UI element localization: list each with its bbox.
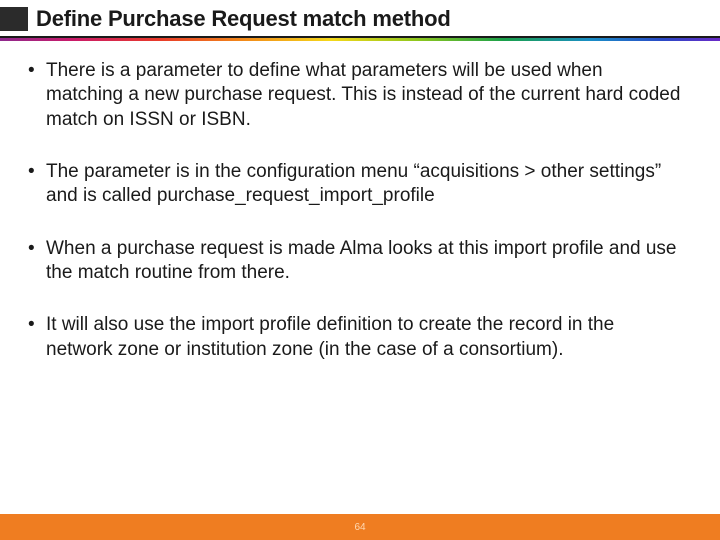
footer-bar: 64 bbox=[0, 514, 720, 540]
title-bar: Define Purchase Request match method bbox=[0, 0, 720, 32]
bullet-item: It will also use the import profile defi… bbox=[24, 313, 682, 362]
bullet-item: The parameter is in the configuration me… bbox=[24, 160, 682, 209]
bullet-list: There is a parameter to define what para… bbox=[24, 59, 682, 362]
bullet-item: There is a parameter to define what para… bbox=[24, 59, 682, 132]
slide: Define Purchase Request match method The… bbox=[0, 0, 720, 540]
title-decor-box bbox=[0, 7, 28, 31]
slide-title: Define Purchase Request match method bbox=[36, 6, 451, 32]
bullet-item: When a purchase request is made Alma loo… bbox=[24, 237, 682, 286]
content-area: There is a parameter to define what para… bbox=[0, 41, 720, 540]
page-number: 64 bbox=[354, 522, 365, 533]
